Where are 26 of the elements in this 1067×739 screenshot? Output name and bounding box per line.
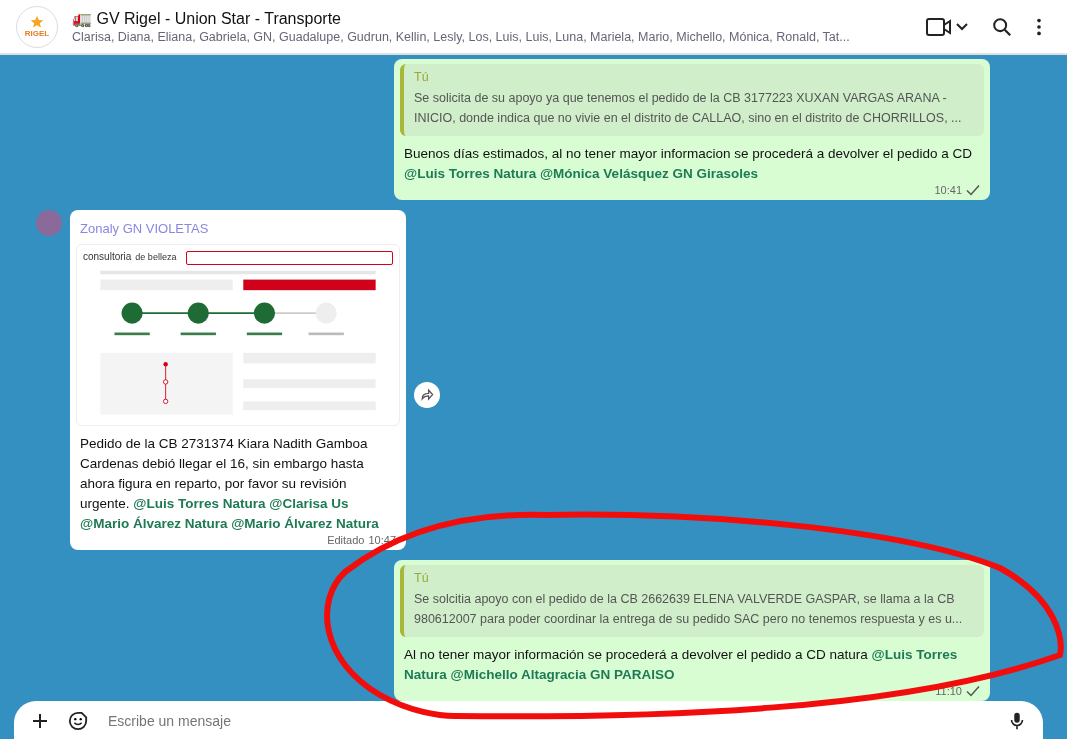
quote-author: Tú [414,70,430,84]
message-text: Buenos días estimados, al no tener mayor informacion se procederá a devolver el pedido a CD @Luis Torres Natura @Mónica Velásquez GN Girasoles [403,145,974,183]
logo-text: RIGEL [24,29,50,38]
quote-author: Tú [414,571,430,585]
quoted-message[interactable]: Tú Se solicita de su apoyo ya que tenemos el pedido de la CB 3177223 XUXAN VARGAS ARANA - INICIO, donde indica que no vivie en el distrito de CALLAO, sino en el distrito de CHORRILLOS, ... [400,64,984,136]
forward-button[interactable] [414,382,440,408]
search-icon[interactable] [991,15,1013,38]
sticker-icon[interactable] [68,711,88,731]
shared-screenshot[interactable]: consultoria de belleza [76,244,400,426]
member-list: Clarisa, Diana, Eliana, Gabriela, GN, Guadalupe, Gudrun, Kellin, Lesly, Los, Luis, Luis, Luna, Mariela, Mario, Michello, Mónica, Ronald, Tat... [72,30,911,44]
message-text: Pedido de la CB 2731374 Kiara Nadith Gamboa Cardenas debió llegar el 16, sin embargo hasta ahora figura en reparto, por favor su revisión urgente. @Luis Torres Natura @Clarisa Us @Mario Álvarez Natura @Mario Álvarez Natura [79,435,380,533]
chat-title: 🚛 GV Rigel - Union Star - Transporte [72,9,342,28]
quote-text: Se solcitia apoyo con el pedido de la CB 2662639 ELENA VALVERDE GASPAR, se llama a la CB 980612007 para poder coordinar la entrega de su pedido SAC pero no tenemos respuesta y es u... [414,591,964,628]
forward-icon [419,387,435,403]
quote-text: Se solicita de su apoyo ya que tenemos el pedido de la CB 3177223 XUXAN VARGAS ARANA - INICIO, donde indica que no vivie en el distrito de CALLAO, sino en el distrito de CHORRILLOS, ... [414,90,963,127]
plus-icon[interactable] [30,711,50,731]
message-input[interactable]: Escribe un mensaje [106,712,989,730]
message-bar[interactable]: Escribe un mensaje [14,701,1043,739]
sender-name: Zonaly GN VIOLETAS [79,220,210,238]
star-icon [30,15,44,29]
quoted-message[interactable]: Tú Se solcitia apoyo con el pedido de la CB 2662639 ELENA VALVERDE GASPAR, se llama a la CB 980612007 para poder coordinar la entrega de su pedido SAC pero no tenemos respuesta y es u... [400,565,984,637]
edited-label: Editado [327,534,365,546]
logo-subtext: de belleza [135,252,177,262]
message-text: Al no tener mayor información se procederá a devolver el pedido a CD natura @Luis Torres Natura @Michello Altagracia GN PARAISO [403,646,959,684]
message-time: 10:41 [934,184,962,196]
logo-text: consultoria [83,251,132,262]
